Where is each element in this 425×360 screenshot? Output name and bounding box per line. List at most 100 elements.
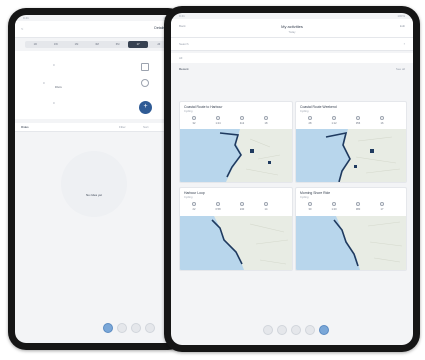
elevation-icon xyxy=(356,116,360,120)
card-stat: 22 xyxy=(192,208,196,211)
card-title: Morning Shore Ride xyxy=(300,191,331,195)
tab-stats-icon[interactable] xyxy=(131,323,141,333)
segment-tab[interactable]: 1M xyxy=(66,41,87,48)
list-header: Recent See all xyxy=(171,65,413,73)
route-map[interactable] xyxy=(180,216,292,270)
list-title: Recent xyxy=(179,67,189,71)
time-icon xyxy=(216,202,220,206)
activity-card[interactable]: Morning Shore Ride Cycling 30 1:20 380 1… xyxy=(295,187,407,271)
stat-left-3: 0 xyxy=(53,101,55,105)
segment-tab[interactable]: 3M xyxy=(87,41,108,48)
see-all-link[interactable]: See all xyxy=(396,67,405,71)
card-stat: 412 xyxy=(239,122,245,125)
elevation-icon xyxy=(240,202,244,206)
left-header: < Details xyxy=(15,21,179,38)
activity-card[interactable]: Harbour Loop Cycling 22 0:58 240 14 xyxy=(179,187,293,271)
segment-tab[interactable]: 1Y xyxy=(127,41,149,48)
card-stat: 380 xyxy=(355,208,361,211)
elevation-icon xyxy=(356,202,360,206)
tab-map-icon[interactable] xyxy=(277,325,287,335)
stat-left-2: 0 xyxy=(43,81,45,85)
tab-settings-icon[interactable] xyxy=(145,323,155,333)
sort-link[interactable]: Sort xyxy=(143,125,149,129)
tab-stats-icon[interactable] xyxy=(291,325,301,335)
distance-icon xyxy=(192,202,196,206)
filter-link[interactable]: Filter xyxy=(119,125,126,129)
search-input[interactable]: Search xyxy=(179,42,189,46)
right-header: Back My activities Edit Today xyxy=(171,19,413,38)
elevation-icon xyxy=(240,116,244,120)
header-edit-button[interactable]: Edit xyxy=(400,24,405,28)
card-subtitle: Cycling xyxy=(300,196,309,199)
stat-left-2-value: 0 km xyxy=(55,85,62,89)
card-stat: 356 xyxy=(355,122,361,125)
right-tablet: 9:41 100% Back My activities Edit Today … xyxy=(164,6,420,352)
empty-state-text: No rides yet xyxy=(85,193,102,197)
empty-state: No rides yet xyxy=(61,151,127,217)
left-screen: 9:41 100% < Details 1D1W1M3M6M1YAll 0 0 … xyxy=(15,15,179,343)
card-title: Harbour Loop xyxy=(184,191,205,195)
route-map-graphic xyxy=(180,216,292,270)
speed-icon xyxy=(380,202,384,206)
left-tablet: 9:41 100% < Details 1D1W1M3M6M1YAll 0 0 … xyxy=(8,8,186,350)
card-subtitle: Cycling xyxy=(184,196,193,199)
route-map-graphic xyxy=(180,129,292,182)
speed-icon xyxy=(264,116,268,120)
card-stat: 14 xyxy=(264,208,268,211)
card-title: Coastal Route to Harbour xyxy=(184,105,223,109)
add-button[interactable]: + xyxy=(139,101,152,114)
status-battery: 100% xyxy=(397,14,405,18)
card-stat: 32 xyxy=(192,122,196,125)
route-map[interactable] xyxy=(296,129,406,182)
distance-icon xyxy=(308,116,312,120)
route-map-graphic xyxy=(296,129,406,182)
tab-map-icon[interactable] xyxy=(117,323,127,333)
clock-icon xyxy=(141,79,149,87)
page-title: My activities xyxy=(281,24,303,29)
tab-home-icon[interactable] xyxy=(263,325,273,335)
card-subtitle: Cycling xyxy=(300,110,309,113)
card-stat: 0:58 xyxy=(215,208,221,211)
time-icon xyxy=(216,116,220,120)
summary-panel: 0 0 0 km 0 + xyxy=(15,51,179,119)
right-screen: 9:41 100% Back My activities Edit Today … xyxy=(171,13,413,345)
segment-tab[interactable]: 6M xyxy=(107,41,128,48)
route-map[interactable] xyxy=(180,129,292,182)
left-tabbar xyxy=(15,319,179,343)
card-stat: 1:24 xyxy=(215,122,221,125)
route-map-graphic xyxy=(296,216,406,270)
activity-card[interactable]: Coastal Route to Harbour Cycling 32 1:24… xyxy=(179,101,293,183)
time-icon xyxy=(332,116,336,120)
card-stat: 18 xyxy=(264,122,268,125)
filter-row: All xyxy=(171,53,413,63)
status-time: 9:41 xyxy=(23,16,29,20)
tab-profile-icon[interactable] xyxy=(319,325,329,335)
filter-label[interactable]: All xyxy=(179,56,182,60)
search-row: Search › xyxy=(171,38,413,51)
tab-settings-icon[interactable] xyxy=(305,325,315,335)
card-stat: 1:20 xyxy=(331,208,337,211)
plus-icon: + xyxy=(143,103,148,110)
speed-icon xyxy=(380,116,384,120)
subheader: Today xyxy=(288,31,296,34)
speed-icon xyxy=(264,202,268,206)
card-stat: 30 xyxy=(308,208,312,211)
activity-card[interactable]: Coastal Route Weekend Cycling 28 1:12 35… xyxy=(295,101,407,183)
card-subtitle: Cycling xyxy=(184,110,193,113)
segment-tab[interactable]: 1D xyxy=(25,41,46,48)
section-label: Rides xyxy=(21,125,29,129)
distance-icon xyxy=(192,116,196,120)
section-header: Rides Filter Sort xyxy=(15,123,179,132)
route-map[interactable] xyxy=(296,216,406,270)
tab-home-icon[interactable] xyxy=(103,323,113,333)
back-button[interactable]: < xyxy=(21,26,23,31)
card-stat: 17 xyxy=(380,208,384,211)
distance-icon xyxy=(308,202,312,206)
segmented-control: 1D 1W 1M 3M 6M 1Y All xyxy=(25,41,169,48)
card-stat: 1:12 xyxy=(331,122,337,125)
card-stat: 240 xyxy=(239,208,245,211)
card-title: Coastal Route Weekend xyxy=(300,105,337,109)
segment-tab[interactable]: 1W xyxy=(46,41,67,48)
chart-icon xyxy=(141,63,149,71)
card-stat: 16 xyxy=(380,122,384,125)
